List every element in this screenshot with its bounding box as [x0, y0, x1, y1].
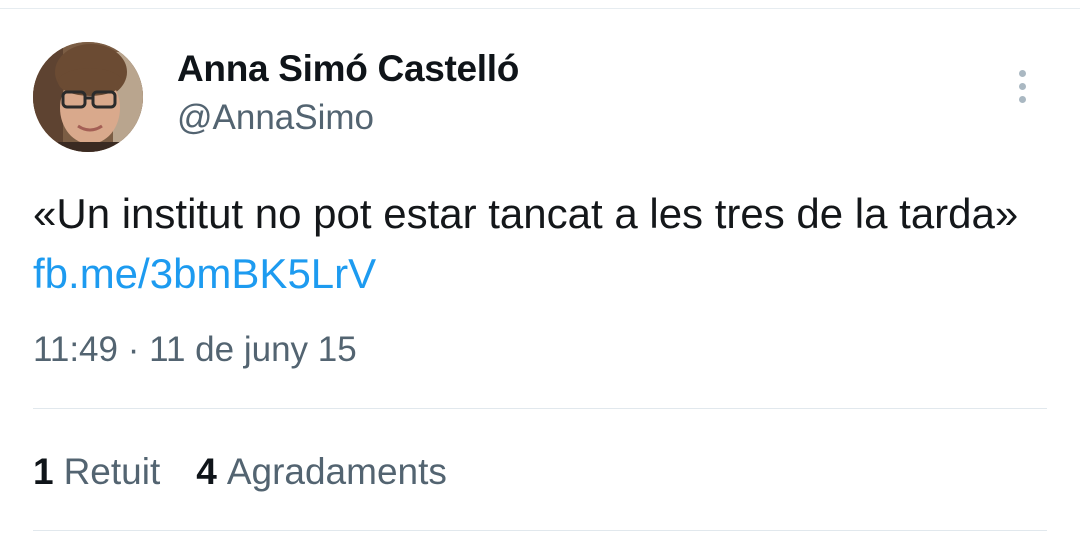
tweet-date: 11 de juny 15: [149, 330, 357, 369]
likes-count: 4: [196, 451, 217, 492]
tweet-body: «Un institut no pot estar tancat a les t…: [33, 190, 1019, 237]
retweets-count: 1: [33, 451, 54, 492]
author-handle[interactable]: @AnnaSimo: [177, 98, 374, 138]
retweets-stat[interactable]: 1 Retuit: [33, 451, 160, 493]
stats-divider-top: [33, 408, 1047, 409]
stats-divider-bottom: [33, 530, 1047, 531]
more-vertical-icon[interactable]: [1010, 66, 1036, 108]
avatar[interactable]: [33, 42, 143, 152]
meta-separator: ·: [127, 330, 140, 369]
likes-stat[interactable]: 4 Agradaments: [196, 451, 447, 493]
author-display-name[interactable]: Anna Simó Castelló: [177, 48, 519, 90]
tweet-card: Anna Simó Castelló @AnnaSimo «Un institu…: [0, 0, 1080, 540]
tweet-text: «Un institut no pot estar tancat a les t…: [33, 184, 1053, 304]
avatar-image: [33, 42, 143, 152]
tweet-stats: 1 Retuit 4 Agradaments: [33, 451, 447, 493]
tweet-link[interactable]: fb.me/3bmBK5LrV: [33, 250, 376, 297]
tweet-time: 11:49: [33, 330, 118, 369]
tweet-timestamp[interactable]: 11:49 · 11 de juny 15: [33, 330, 357, 370]
likes-label: Agradaments: [226, 451, 447, 492]
retweets-label: Retuit: [63, 451, 161, 492]
